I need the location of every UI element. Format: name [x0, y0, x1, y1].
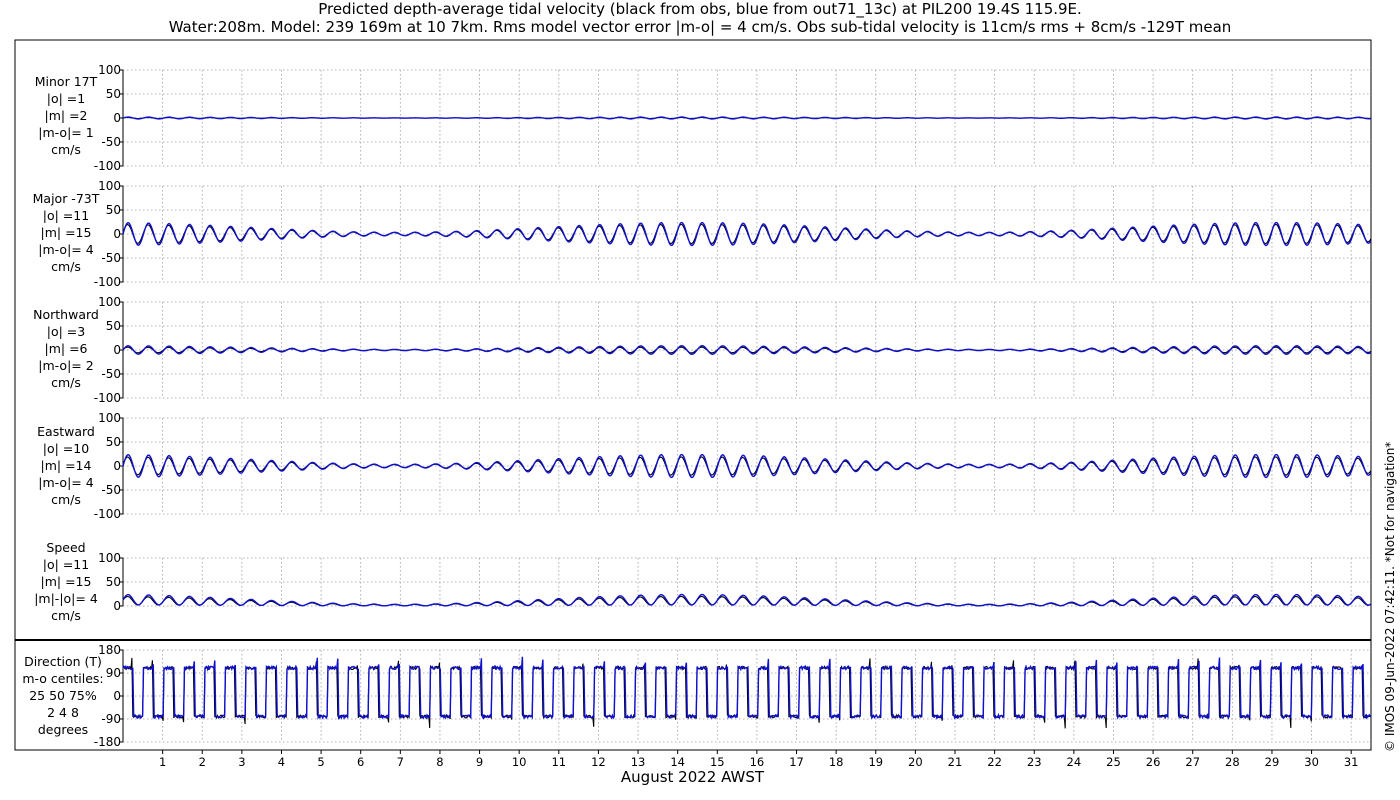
- tidal-velocity-chart: -100-50050100-100-50050100-100-50050100-…: [14, 39, 1372, 769]
- panel-label-direction: Direction (T) m-o centiles: 25 50 75% 2 4 8…: [22, 654, 104, 737]
- x-tick-label: 30: [1304, 755, 1319, 769]
- y-tick-label: -100: [94, 391, 121, 405]
- x-tick-label: 7: [397, 755, 404, 769]
- x-tick-label: 4: [278, 755, 285, 769]
- x-tick-label: 16: [750, 755, 765, 769]
- x-tick-label: 3: [238, 755, 245, 769]
- x-tick-label: 15: [710, 755, 725, 769]
- x-tick-label: 8: [436, 755, 443, 769]
- y-tick-label: -100: [94, 159, 121, 173]
- x-tick-label: 5: [317, 755, 324, 769]
- x-tick-label: 29: [1265, 755, 1280, 769]
- x-tick-label: 22: [987, 755, 1002, 769]
- x-tick-label: 19: [868, 755, 883, 769]
- panel-label-minor: Minor 17T |o| =1 |m| =2 |m-o|= 1 cm/s: [34, 74, 98, 157]
- x-tick-label: 9: [476, 755, 483, 769]
- y-tick-label: -100: [94, 275, 121, 289]
- x-tick-label: 24: [1067, 755, 1082, 769]
- x-tick-label: 2: [199, 755, 206, 769]
- x-axis-label: August 2022 AWST: [620, 768, 765, 786]
- x-tick-label: 10: [512, 755, 527, 769]
- y-tick-label: -100: [94, 507, 121, 521]
- x-tick-label: 13: [631, 755, 646, 769]
- x-tick-label: 31: [1344, 755, 1359, 769]
- x-tick-label: 20: [908, 755, 923, 769]
- upper-frame: [14, 39, 1372, 641]
- x-tick-label: 17: [789, 755, 804, 769]
- x-tick-label: 27: [1185, 755, 1200, 769]
- x-tick-label: 28: [1225, 755, 1240, 769]
- x-tick-label: 26: [1146, 755, 1161, 769]
- x-tick-label: 6: [357, 755, 364, 769]
- panel-label-major: Major -73T |o| =11 |m| =15 |m-o|= 4 cm/s: [32, 191, 100, 274]
- x-tick-label: 21: [948, 755, 963, 769]
- x-tick-label: 11: [551, 755, 566, 769]
- x-tick-label: 1: [159, 755, 166, 769]
- panel-label-northward: Northward |o| =3 |m| =6 |m-o|= 2 cm/s: [33, 307, 99, 390]
- x-tick-label: 18: [829, 755, 844, 769]
- x-tick-label: 12: [591, 755, 606, 769]
- panel-label-speed: Speed |o| =11 |m| =15 |m|-|o|= 4 cm/s: [34, 540, 98, 623]
- x-tick-label: 25: [1106, 755, 1121, 769]
- credit-notice: © IMOS 09-Jun-2022 07:42:11. *Not for na…: [1383, 441, 1397, 752]
- panel-label-eastward: Eastward |o| =10 |m| =14 |m-o|= 4 cm/s: [37, 424, 95, 507]
- x-tick-label: 14: [670, 755, 685, 769]
- x-tick-label: 23: [1027, 755, 1042, 769]
